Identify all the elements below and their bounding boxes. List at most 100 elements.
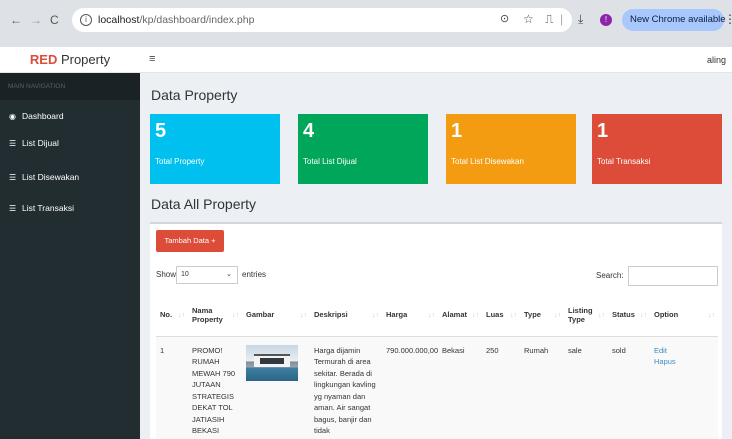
entries-value: 10 (181, 271, 189, 278)
list-icon: ☰ (9, 139, 17, 148)
cell-harga: 790.000.000,00 (382, 336, 438, 439)
show-label: Show (156, 270, 177, 279)
col-header-label: Type (524, 310, 541, 320)
cell-deskripsi: Harga dijamin Termurah di area sekitar. … (310, 336, 382, 439)
sidebar-item-dashboard[interactable]: ◉ Dashboard (0, 105, 140, 127)
sidebar-item-label: List Dijual (22, 138, 59, 148)
sort-icon: ↓↑ (708, 312, 715, 319)
sort-icon: ↓↑ (640, 312, 647, 319)
sidebar: MAIN NAVIGATION ◉ Dashboard ☰ List Dijual … (0, 73, 140, 439)
stat-label: Total Property (155, 157, 205, 166)
stat-box-total-transaksi: 1 Total Transaksi (592, 114, 722, 184)
browser-menu-icon[interactable]: ⋮ (724, 12, 732, 26)
list-icon: ☰ (9, 204, 17, 213)
col-header-harga[interactable]: Harga ↓↑ (382, 294, 438, 337)
entries-select[interactable]: 10 ⌄ (176, 266, 238, 284)
edit-link[interactable]: Edit (654, 345, 714, 357)
col-header-gambar[interactable]: Gambar ↓↑ (242, 294, 310, 337)
search-input[interactable] (628, 266, 718, 286)
sidebar-toggle-icon[interactable]: ≡ (149, 53, 155, 65)
address-bar[interactable]: i localhost/kp/dashboard/index.php (72, 8, 572, 32)
sort-icon: ↓↑ (510, 312, 517, 319)
search-label: Search: (596, 271, 624, 280)
data-table-panel: Tambah Data + Show 10 ⌄ entries Search: … (150, 222, 722, 439)
stat-label: Total Transaksi (597, 157, 651, 166)
cell-no: 1 (156, 336, 188, 439)
sidebar-item-label: Dashboard (22, 111, 64, 121)
col-header-label: Luas (486, 310, 504, 320)
url-text: localhost/kp/dashboard/index.php (98, 14, 254, 26)
col-header-option[interactable]: Option ↓↑ (650, 294, 718, 337)
table-header-row: No. ↓↑ Nama Property ↓↑ Gambar ↓↑ Deskripsi… (156, 294, 718, 337)
hapus-link[interactable]: Hapus (654, 356, 714, 368)
bookmark-star-icon[interactable]: ☆ (523, 12, 534, 26)
cell-gambar (242, 336, 310, 439)
sidebar-item-label: List Transaksi (22, 203, 74, 213)
cell-listing-type: sale (564, 336, 608, 439)
sidebar-item-list-transaksi[interactable]: ☰ List Transaksi (0, 197, 140, 219)
site-info-icon[interactable]: i (80, 14, 92, 26)
cell-type: Rumah (520, 336, 564, 439)
forward-icon[interactable]: → (30, 13, 42, 27)
col-header-nama[interactable]: Nama Property ↓↑ (188, 294, 242, 337)
reload-icon[interactable]: C (50, 13, 59, 27)
cell-luas: 250 (482, 336, 520, 439)
property-table: No. ↓↑ Nama Property ↓↑ Gambar ↓↑ Deskripsi… (156, 294, 718, 439)
add-data-button[interactable]: Tambah Data + (156, 230, 224, 252)
profile-icon[interactable]: ! (600, 14, 612, 26)
stat-label: Total List Disewakan (451, 157, 524, 166)
top-navbar: ≡ aling (140, 47, 732, 73)
col-header-status[interactable]: Status ↓↑ (608, 294, 650, 337)
cell-option: Edit Hapus (650, 336, 718, 439)
sidebar-item-label: List Disewakan (22, 172, 80, 182)
sort-icon: ↓↑ (232, 312, 239, 319)
toolbar-separator: | (560, 12, 564, 26)
sidebar-item-list-dijual[interactable]: ☰ List Dijual (0, 132, 140, 154)
page-title: Data Property (151, 87, 238, 103)
col-header-label: Alamat (442, 310, 468, 320)
stat-value: 4 (303, 120, 315, 142)
sort-icon: ↓↑ (554, 312, 561, 319)
col-header-label: Deskripsi (314, 310, 348, 320)
sort-icon: ↓↑ (372, 312, 379, 319)
sidebar-item-list-disewakan[interactable]: ☰ List Disewakan (0, 166, 140, 188)
stat-label: Total List Dijual (303, 157, 357, 166)
stat-box-total-property: 5 Total Property (150, 114, 280, 184)
url-host: localhost (98, 14, 140, 26)
col-header-luas[interactable]: Luas ↓↑ (482, 294, 520, 337)
stat-value: 5 (155, 120, 167, 142)
col-header-label: No. (160, 310, 173, 320)
col-header-listing-type[interactable]: Listing Type ↓↑ (564, 294, 608, 337)
extensions-icon[interactable]: ⎍ (545, 12, 553, 27)
stat-value: 1 (597, 120, 609, 142)
col-header-alamat[interactable]: Alamat ↓↑ (438, 294, 482, 337)
sidebar-header: MAIN NAVIGATION (0, 73, 140, 100)
sort-icon: ↓↑ (428, 312, 435, 319)
col-header-label: Status (612, 310, 635, 320)
user-menu[interactable]: aling (707, 55, 726, 65)
sort-icon: ↓↑ (300, 312, 307, 319)
cell-status: sold (608, 336, 650, 439)
col-header-type[interactable]: Type ↓↑ (520, 294, 564, 337)
logo-text: Property (57, 52, 111, 67)
download-icon[interactable]: ⤓ (578, 12, 583, 27)
list-icon: ☰ (9, 173, 17, 182)
url-path: /kp/dashboard/index.php (139, 14, 255, 26)
back-icon[interactable]: ← (10, 13, 22, 27)
chrome-update-button[interactable]: New Chrome available (622, 9, 726, 31)
stat-box-total-list-disewakan: 1 Total List Disewakan (446, 114, 576, 184)
chevron-down-icon: ⌄ (226, 271, 232, 278)
stat-value: 1 (451, 120, 463, 142)
col-header-label: Nama Property (192, 305, 223, 324)
cell-alamat: Bekasi (438, 336, 482, 439)
section-title: Data All Property (151, 196, 257, 212)
password-key-icon[interactable]: ⊙ (500, 12, 509, 25)
col-header-no[interactable]: No. ↓↑ (156, 294, 188, 337)
app-logo[interactable]: RED Property (0, 47, 140, 73)
property-image (246, 344, 298, 381)
col-header-deskripsi[interactable]: Deskripsi ↓↑ (310, 294, 382, 337)
logo-red: RED (29, 52, 58, 67)
entries-label: entries (242, 270, 267, 279)
browser-toolbar: ← → C i localhost/kp/dashboard/index.php… (0, 0, 732, 47)
col-header-label: Listing Type (568, 305, 593, 324)
